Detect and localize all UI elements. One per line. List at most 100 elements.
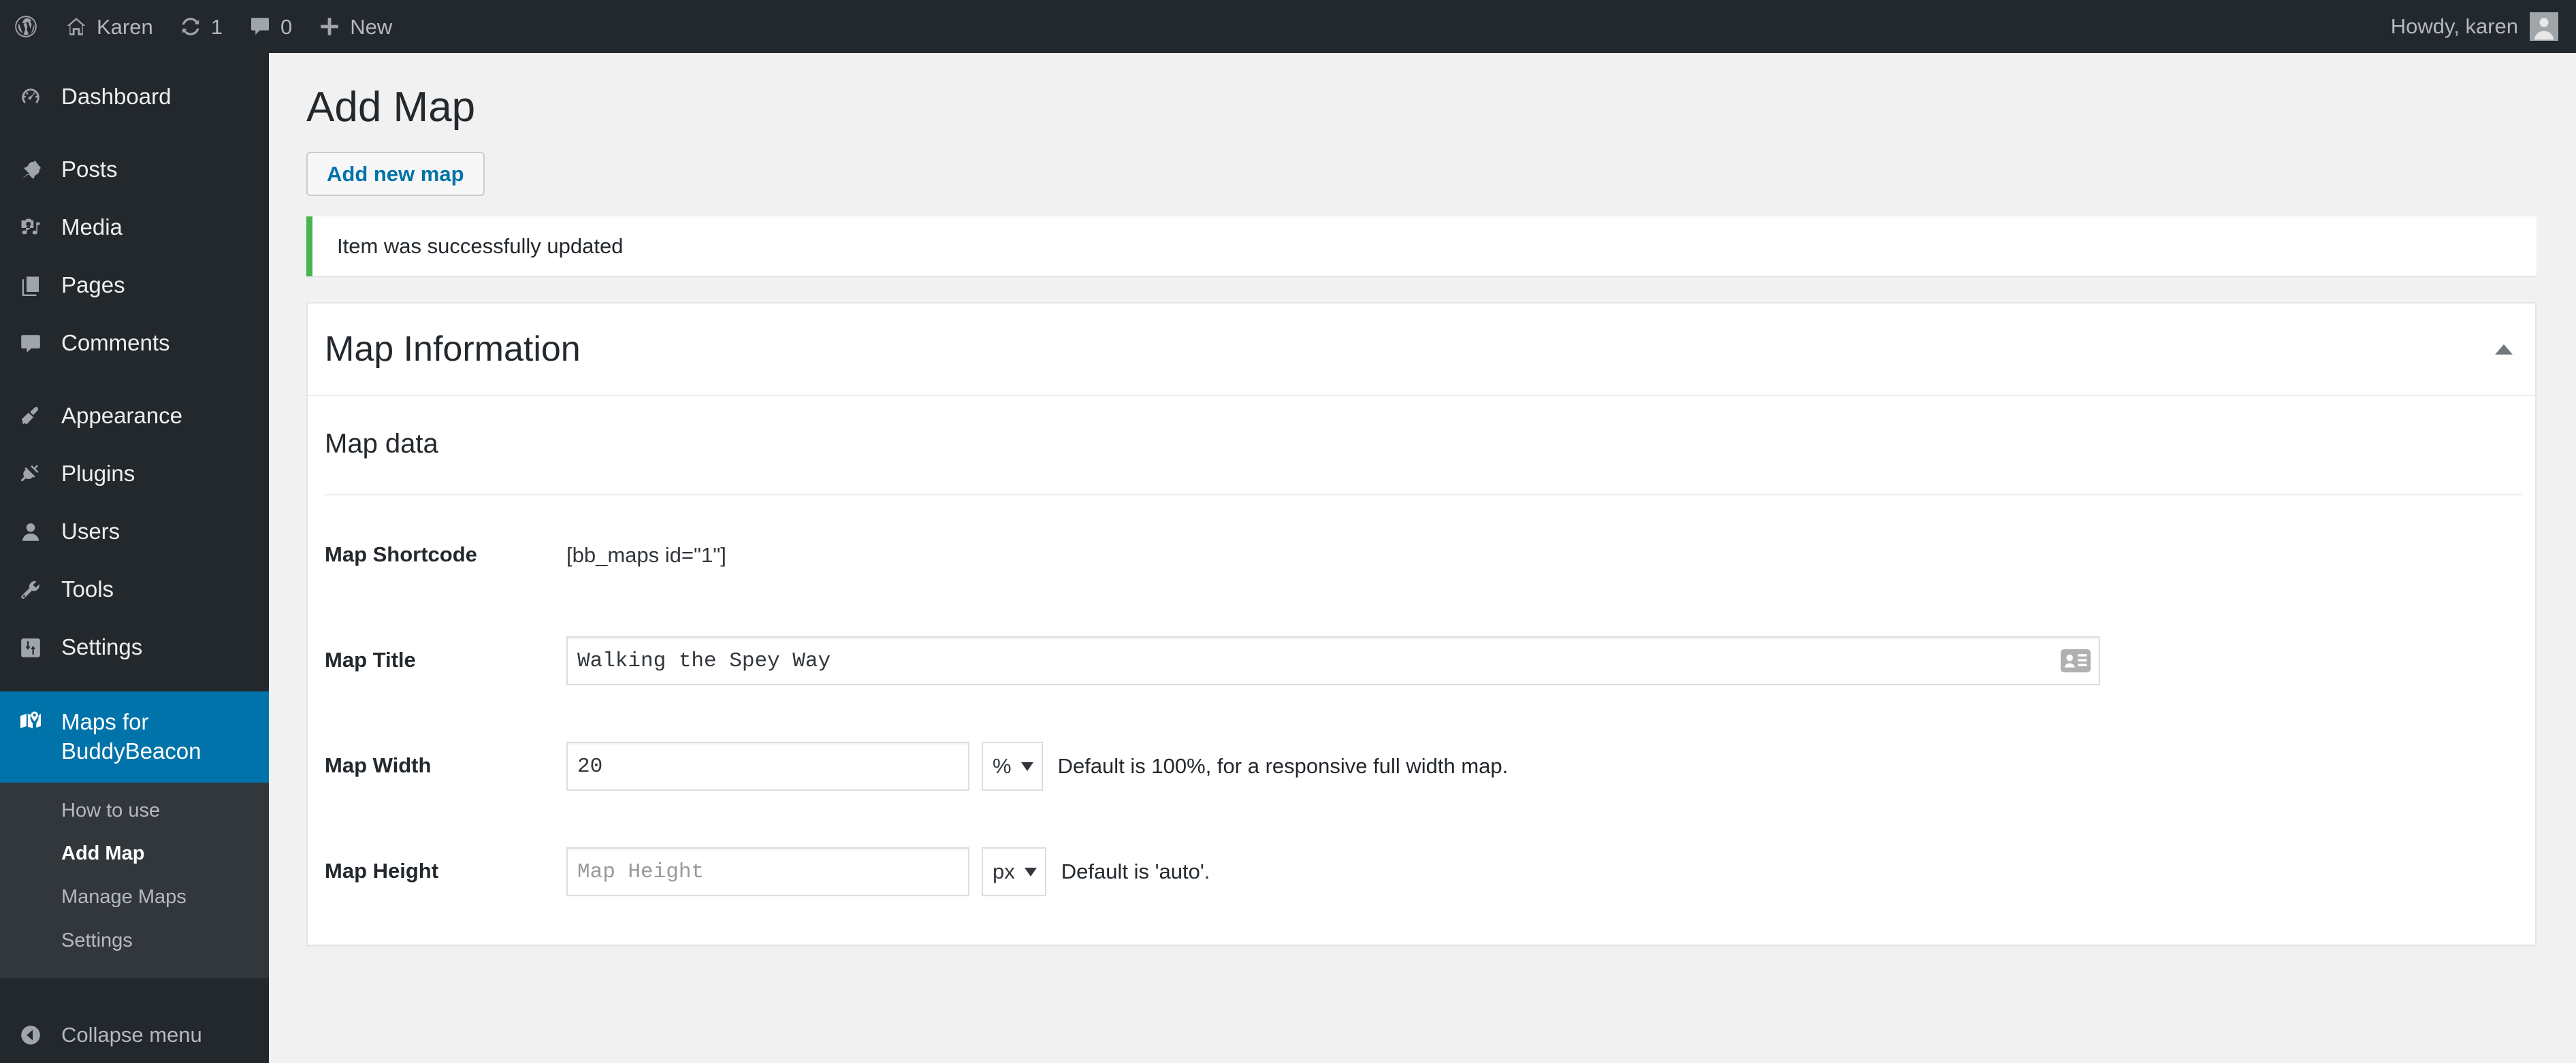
map-title-input[interactable] [566,636,2100,686]
map-width-input[interactable] [566,742,969,791]
map-height-help-text: Default is 'auto'. [1061,860,1210,884]
label-map-width: Map Width [325,753,432,778]
sidebar-separator-3 [0,676,269,691]
wrench-icon [0,578,61,602]
update-icon [179,15,202,38]
collapse-arrow-icon [0,1023,61,1047]
my-account-menu[interactable]: Howdy, karen [2378,0,2576,53]
chevron-down-icon [1024,867,1037,877]
sidebar-item-label: Settings [61,634,143,660]
map-marker-icon [0,708,61,735]
comment-bubble-icon [248,15,272,38]
sidebar-item-users[interactable]: Users [0,503,269,561]
map-width-help-text: Default is 100%, for a responsive full w… [1057,754,1509,779]
sidebar-item-label: Appearance [61,403,182,429]
sidebar-item-label: Maps for BuddyBeacon [61,709,202,764]
submenu-item-manage-maps[interactable]: Manage Maps [0,876,269,919]
map-height-unit-value: px [993,860,1015,884]
pushpin-icon [0,158,61,182]
new-content-menu[interactable]: New [305,0,405,53]
sidebar-separator-2 [0,372,269,387]
map-height-input[interactable] [566,847,969,897]
sidebar-item-label: Plugins [61,461,135,487]
add-new-map-button[interactable]: Add new map [306,152,485,197]
success-notice: Item was successfully updated [306,216,2537,277]
sidebar-separator-1 [0,126,269,141]
plug-icon [0,462,61,487]
form-row-map-title: Map Title [308,601,2535,706]
map-width-unit-select[interactable]: % [982,742,1043,791]
comments-count: 0 [280,14,293,39]
sidebar-item-tools[interactable]: Tools [0,561,269,619]
sidebar-item-dashboard[interactable]: Dashboard [0,68,269,126]
sidebar-item-appearance[interactable]: Appearance [0,387,269,445]
howdy-label: Howdy, karen [2390,14,2518,38]
map-shortcode-value: [bb_maps id="1"] [566,543,726,568]
map-height-unit-select[interactable]: px [982,847,1046,897]
avatar [2530,12,2558,41]
media-camera-icon [0,216,61,240]
updates-menu[interactable]: 1 [166,0,236,53]
sidebar-item-comments[interactable]: Comments [0,314,269,372]
page-title: Add Map [306,84,476,131]
map-width-unit-value: % [993,754,1012,779]
collapse-menu-button[interactable]: Collapse menu [0,1007,269,1063]
field-map-width: % Default is 100%, for a responsive full… [566,706,2535,791]
dashboard-gauge-icon [0,85,61,110]
form-row-shortcode: Map Shortcode [bb_maps id="1"] [308,495,2535,601]
home-icon [65,15,88,38]
admin-bar-left: Karen 1 0 New [0,0,405,53]
sidebar-submenu-maps: How to use Add Map Manage Maps Settings [0,782,269,978]
map-title-input-wrapper [566,636,2100,686]
label-map-shortcode: Map Shortcode [325,542,477,567]
sidebar-item-label: Comments [61,330,170,356]
submenu-item-add-map[interactable]: Add Map [0,832,269,876]
sidebar-top-spacer [0,53,269,68]
field-map-shortcode: [bb_maps id="1"] [566,495,2535,568]
plus-icon [318,15,341,38]
comments-menu[interactable]: 0 [236,0,305,53]
notice-message: Item was successfully updated [337,234,624,259]
sidebar-item-maps-for-buddybeacon[interactable]: Maps for BuddyBeacon [0,691,280,783]
admin-sidebar: Dashboard Posts Media Pages Comments App… [0,53,280,1063]
comment-bubble-icon [0,331,61,356]
updates-count: 1 [210,14,223,39]
main-content: Add Map Add new map Item was successfull… [269,53,2576,1063]
sidebar-item-label: Tools [61,576,114,602]
form-row-map-height: Map Height px Default is 'auto'. [308,812,2535,917]
panel-header: Map Information [308,304,2535,397]
field-map-height: px Default is 'auto'. [566,812,2535,897]
sidebar-item-posts[interactable]: Posts [0,141,269,199]
sidebar-item-plugins[interactable]: Plugins [0,445,269,503]
submenu-item-how-to-use[interactable]: How to use [0,789,269,833]
pages-icon [0,274,61,298]
collapse-caret-up-icon [2495,344,2513,355]
user-icon [0,520,61,544]
field-map-title [566,601,2535,686]
sidebar-item-label: Pages [61,272,125,298]
sidebar-item-pages[interactable]: Pages [0,257,269,314]
new-content-label: New [350,14,393,39]
label-map-title: Map Title [325,648,416,672]
sidebar-item-label: Users [61,519,120,544]
paintbrush-icon [0,404,61,429]
panel-collapse-toggle[interactable] [2473,304,2535,395]
chevron-down-icon [1020,762,1033,771]
wordpress-logo-icon [13,14,39,39]
panel-title: Map Information [325,329,581,370]
site-name-label: Karen [97,14,153,39]
map-information-panel: Map Information Map data Map Shortcode [… [306,302,2537,947]
wordpress-logo-menu[interactable] [0,0,52,53]
admin-bar: Karen 1 0 New Howdy, karen [0,0,2576,53]
form-row-map-width: Map Width % Default is 100%, for a respo… [308,706,2535,812]
submenu-item-settings[interactable]: Settings [0,919,269,963]
section-title-map-data: Map data [325,429,438,459]
sliders-icon [0,636,61,660]
sidebar-item-label: Dashboard [61,84,172,110]
sidebar-item-label: Media [61,214,123,240]
panel-body: Map data Map Shortcode [bb_maps id="1"] … [308,396,2535,945]
sidebar-item-settings[interactable]: Settings [0,619,269,676]
sidebar-item-media[interactable]: Media [0,199,269,257]
label-map-height: Map Height [325,859,439,883]
site-name-menu[interactable]: Karen [52,0,166,53]
